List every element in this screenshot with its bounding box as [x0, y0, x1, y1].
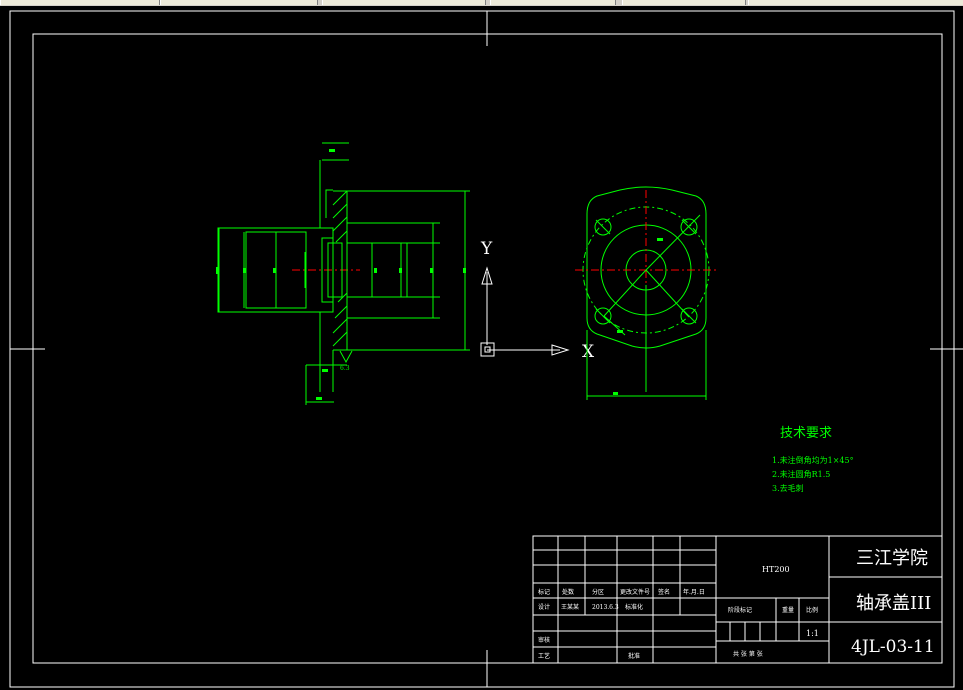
svg-text:更改文件号: 更改文件号	[620, 588, 650, 596]
inner-border	[32, 33, 943, 664]
ucs-icon: Y X	[480, 239, 595, 362]
svg-text:分区: 分区	[592, 588, 604, 596]
tech-req-title: 技术要求	[780, 426, 832, 441]
svg-text:标记: 标记	[538, 588, 550, 596]
svg-text:批准: 批准	[628, 652, 640, 660]
ucs-y-label: Y	[480, 239, 493, 259]
roughness-symbol: 6.3	[339, 350, 353, 372]
svg-text:阶段标记: 阶段标记	[728, 606, 752, 614]
dimension-text-marks	[216, 149, 466, 400]
scale-value: 1:1	[806, 629, 819, 638]
svg-text:王某某: 王某某	[561, 604, 579, 611]
svg-text:设计: 设计	[538, 603, 550, 611]
svg-text:年.月.日: 年.月.日	[683, 588, 705, 596]
drawing-number: 4JL-03-11	[851, 637, 935, 657]
part-name: 轴承盖III	[856, 593, 931, 614]
material-label: HT200	[762, 565, 790, 574]
tech-req-item: 3.去毛刺	[772, 483, 804, 493]
tech-req-item: 1.未注倒角均为1×45°	[772, 455, 854, 465]
svg-text:签名: 签名	[658, 588, 670, 596]
cad-drawing: 6.3 Y X 技术要求 1.未注倒角均为1×45° 2.未注圆角R1.5 3.…	[9, 10, 963, 688]
technical-requirements: 技术要求 1.未注倒角均为1×45° 2.未注圆角R1.5 3.去毛刺	[772, 426, 854, 493]
school-name: 三江学院	[856, 548, 928, 569]
section-view: 6.3	[216, 142, 470, 405]
svg-text:比例: 比例	[806, 606, 818, 614]
tech-req-item: 2.未注圆角R1.5	[772, 469, 830, 479]
svg-text:标准化: 标准化	[625, 603, 643, 611]
svg-text:重量: 重量	[782, 606, 794, 614]
drawing-canvas[interactable]: 6.3 Y X 技术要求 1.未注倒角均为1×45° 2.未注圆角R1.5 3.…	[0, 0, 963, 690]
title-block: HT200 三江学院 轴承盖III 4JL-03-11 1:1 标记 处数 分区…	[532, 535, 943, 664]
svg-text:处数: 处数	[562, 588, 574, 596]
svg-text:2013.6.3: 2013.6.3	[592, 604, 619, 611]
roughness-label: 6.3	[340, 365, 350, 372]
svg-text:工艺: 工艺	[538, 652, 550, 660]
section-hatching	[332, 190, 348, 347]
outer-border	[9, 10, 955, 688]
end-view	[575, 186, 717, 400]
sheet-frame	[9, 10, 963, 688]
ucs-x-label: X	[582, 342, 595, 362]
svg-text:共 张 第 张: 共 张 第 张	[733, 650, 763, 658]
svg-text:审核: 审核	[538, 636, 550, 644]
